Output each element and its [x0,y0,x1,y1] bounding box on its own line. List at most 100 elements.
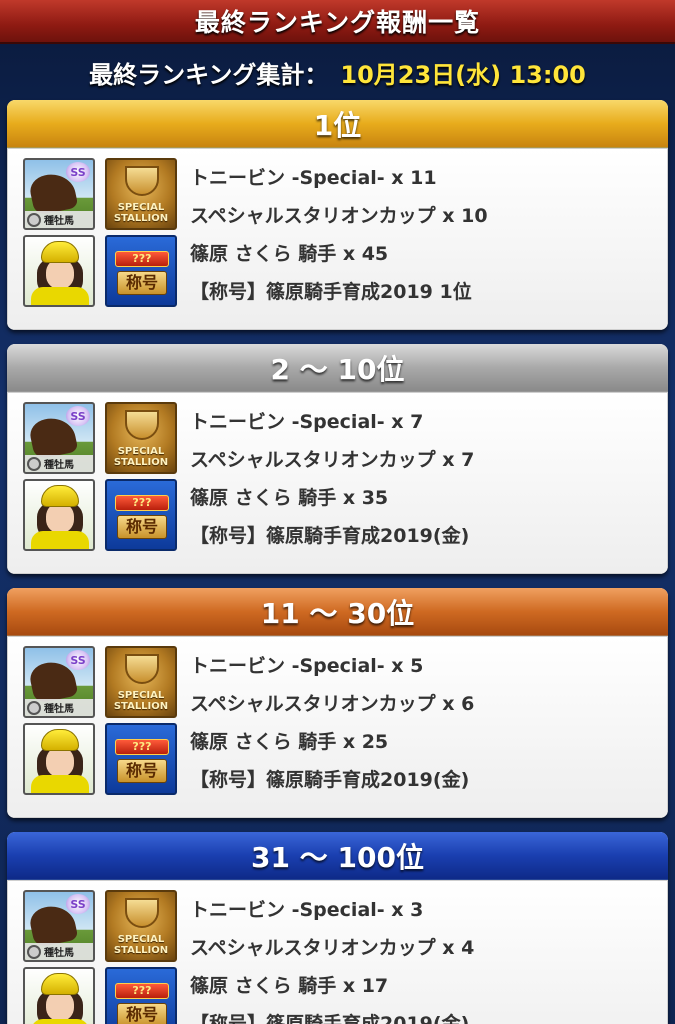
title-badge-label: 称号 [117,1003,167,1024]
card-body: SS 種牡馬 SPECIAL STALLION ??? 称号 トニービン -Spe… [7,880,668,1024]
special-stallion-label: SPECIAL STALLION [107,202,175,224]
stallion-word: STALLION [113,701,169,712]
stallion-item-icon[interactable]: SS 種牡馬 [23,646,95,718]
silks-shape [31,1019,89,1024]
reward-list: トニービン -Special- x 5 スペシャルスタリオンカップ x 6 篠原… [190,645,474,797]
reward-jockey: 篠原 さくら 騎手 x 17 [190,974,389,997]
reward-title: 【称号】篠原騎手育成2019(金) [190,768,470,791]
silks-shape [31,531,89,549]
helmet-icon [41,729,79,751]
face-shape [46,503,74,533]
reward-card-rank-31-100: 31 〜 100位 SS 種牡馬 SPECIAL STALLION ??? 称号 … [7,832,668,1024]
mystery-badge: ??? [115,739,169,755]
stud-tag-label: 種牡馬 [44,948,74,959]
title-item-icon[interactable]: ??? 称号 [105,723,177,795]
title-item-icon[interactable]: ??? 称号 [105,479,177,551]
special-word: SPECIAL [117,446,165,457]
reward-card-rank-1: 1位 SS 種牡馬 SPECIAL STALLION ??? 称号 トニービン -… [7,100,668,330]
rank-label: 2 〜 10位 [270,352,405,386]
mystery-badge: ??? [115,251,169,267]
reward-jockey: 篠原 さくら 騎手 x 35 [190,486,389,509]
title-bar: 最終ランキング報酬一覧 [0,0,675,44]
trophy-icon [125,410,159,440]
trophy-icon [125,898,159,928]
reward-cup: スペシャルスタリオンカップ x 10 [190,204,488,227]
card-header: 11 〜 30位 [7,588,668,636]
reward-cup: スペシャルスタリオンカップ x 7 [190,448,475,471]
stallion-word: STALLION [113,945,169,956]
reward-jockey: 篠原 さくら 騎手 x 45 [190,242,389,265]
helmet-icon [41,485,79,507]
card-header: 2 〜 10位 [7,344,668,392]
ring-icon [27,456,41,471]
reward-stallion: トニービン -Special- x 11 [190,166,437,189]
face-shape [46,259,74,289]
special-stallion-cup-icon[interactable]: SPECIAL STALLION [105,158,177,230]
title-badge-label: 称号 [117,759,167,783]
title-item-icon[interactable]: ??? 称号 [105,235,177,307]
stud-tag: 種牡馬 [25,455,93,472]
ranking-summary: 最終ランキング集計： 10月23日(水) 13:00 [0,46,675,98]
silks-shape [31,287,89,305]
silks-shape [31,775,89,793]
card-body: SS 種牡馬 SPECIAL STALLION ??? 称号 トニービン -Spe… [7,392,668,574]
stallion-word: STALLION [113,213,169,224]
title-badge-label: 称号 [117,271,167,295]
rank-label: 31 〜 100位 [251,840,424,874]
stud-tag-label: 種牡馬 [44,216,74,227]
ss-rank-badge: SS [66,650,90,670]
ss-rank-badge: SS [66,162,90,182]
page-title: 最終ランキング報酬一覧 [194,8,481,37]
title-badge-label: 称号 [117,515,167,539]
helmet-icon [41,241,79,263]
card-header: 1位 [7,100,668,148]
reward-cup: スペシャルスタリオンカップ x 4 [190,936,475,959]
card-header: 31 〜 100位 [7,832,668,880]
helmet-icon [41,973,79,995]
summary-datetime: 10月23日(水) 13:00 [340,60,586,89]
title-item-icon[interactable]: ??? 称号 [105,967,177,1024]
reward-stallion: トニービン -Special- x 5 [190,654,424,677]
reward-stallion: トニービン -Special- x 3 [190,898,424,921]
reward-title: 【称号】篠原騎手育成2019 1位 [190,280,472,303]
card-body: SS 種牡馬 SPECIAL STALLION ??? 称号 トニービン -Spe… [7,636,668,818]
jockey-portrait-icon[interactable] [23,235,95,307]
special-stallion-cup-icon[interactable]: SPECIAL STALLION [105,890,177,962]
face-shape [46,991,74,1021]
reward-list: トニービン -Special- x 11 スペシャルスタリオンカップ x 10 … [190,157,488,309]
stallion-word: STALLION [113,457,169,468]
rank-label: 1位 [313,108,362,142]
stud-tag-label: 種牡馬 [44,460,74,471]
reward-list: トニービン -Special- x 7 スペシャルスタリオンカップ x 7 篠原… [190,401,474,553]
reward-list: トニービン -Special- x 3 スペシャルスタリオンカップ x 4 篠原… [190,889,474,1024]
ring-icon [27,212,41,227]
special-word: SPECIAL [117,934,165,945]
stud-tag: 種牡馬 [25,211,93,228]
special-word: SPECIAL [117,690,165,701]
ring-icon [27,944,41,959]
special-stallion-cup-icon[interactable]: SPECIAL STALLION [105,646,177,718]
special-stallion-cup-icon[interactable]: SPECIAL STALLION [105,402,177,474]
ss-rank-badge: SS [66,406,90,426]
reward-stallion: トニービン -Special- x 7 [190,410,424,433]
jockey-portrait-icon[interactable] [23,723,95,795]
summary-label: 最終ランキング集計： [89,60,329,89]
trophy-icon [125,654,159,684]
face-shape [46,747,74,777]
stud-tag-label: 種牡馬 [44,704,74,715]
rank-label: 11 〜 30位 [260,596,415,630]
special-stallion-label: SPECIAL STALLION [107,690,175,712]
ss-rank-badge: SS [66,894,90,914]
stallion-item-icon[interactable]: SS 種牡馬 [23,890,95,962]
jockey-portrait-icon[interactable] [23,967,95,1024]
trophy-icon [125,166,159,196]
stallion-item-icon[interactable]: SS 種牡馬 [23,402,95,474]
stud-tag: 種牡馬 [25,699,93,716]
stallion-item-icon[interactable]: SS 種牡馬 [23,158,95,230]
reward-card-rank-2-10: 2 〜 10位 SS 種牡馬 SPECIAL STALLION ??? 称号 トニ… [7,344,668,574]
jockey-portrait-icon[interactable] [23,479,95,551]
reward-title: 【称号】篠原騎手育成2019(金) [190,524,470,547]
reward-jockey: 篠原 さくら 騎手 x 25 [190,730,389,753]
ring-icon [27,700,41,715]
reward-cup: スペシャルスタリオンカップ x 6 [190,692,475,715]
